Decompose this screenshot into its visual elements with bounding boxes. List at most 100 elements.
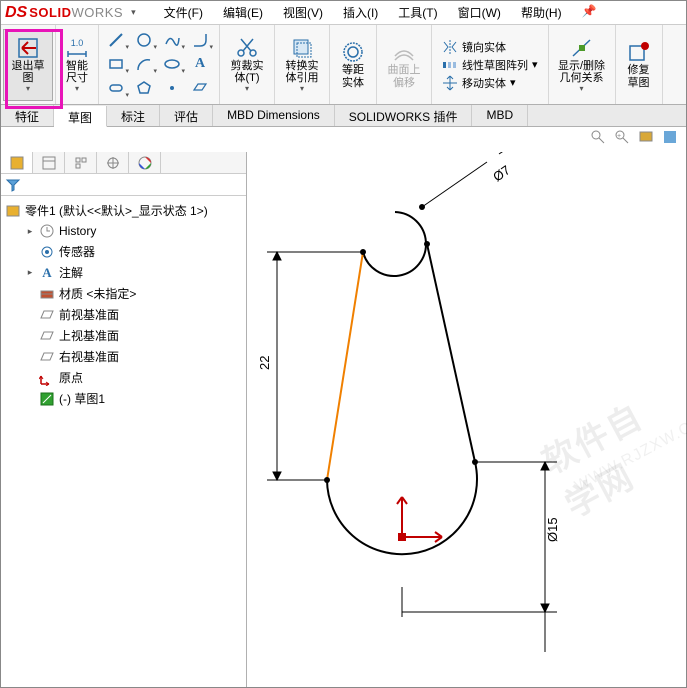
dropdown-icon: ▾ — [26, 84, 30, 94]
dropdown-icon: ▾ — [510, 76, 516, 89]
tab-evaluate[interactable]: 评估 — [160, 105, 213, 126]
appearance-icon[interactable] — [662, 129, 680, 147]
circle-tool[interactable]: ▾ — [133, 30, 155, 50]
smart-dimension-icon: 1.0 — [65, 36, 89, 60]
tree-right-plane[interactable]: 右视基准面 — [3, 346, 244, 367]
menu-pin-icon[interactable]: 📌 — [572, 2, 607, 23]
menu-edit[interactable]: 编辑(E) — [213, 2, 273, 23]
fillet-tool[interactable]: ▾ — [189, 30, 211, 50]
sensor-icon — [39, 244, 55, 260]
annotations-label: 注解 — [59, 264, 83, 281]
part-icon — [5, 203, 21, 219]
config-tab[interactable] — [65, 152, 97, 173]
smart-dimension-label: 智能尺寸 — [64, 60, 90, 84]
surface-offset-icon — [392, 40, 416, 64]
exit-sketch-label: 退出草图 — [8, 60, 48, 84]
tree-root-label: 零件1 (默认<<默认>_显示状态 1>) — [25, 202, 208, 219]
menu-window[interactable]: 窗口(W) — [448, 2, 511, 23]
sketch-points — [324, 204, 478, 483]
tab-annotate[interactable]: 标注 — [107, 105, 160, 126]
mirror-entities-button[interactable]: 镜向实体 — [442, 39, 538, 55]
offset-on-surface-button: 曲面上偏移 — [381, 38, 427, 90]
dropdown-icon: ▾ — [300, 84, 304, 94]
repair-sketch-button[interactable]: 修复草图 — [620, 38, 658, 90]
selected-line[interactable] — [327, 252, 363, 480]
zoom-fit-icon[interactable]: + — [614, 129, 632, 147]
offset-entities-button[interactable]: 等距实体 — [334, 38, 372, 90]
tab-mbd[interactable]: MBD — [472, 105, 528, 126]
tab-mbd-dims[interactable]: MBD Dimensions — [213, 105, 335, 126]
tree-root[interactable]: 零件1 (默认<<默认>_显示状态 1>) — [3, 200, 244, 221]
slot-tool[interactable]: ▾ — [105, 78, 127, 98]
ribbon: 退出草图 ▾ 1.0 智能尺寸 ▾ ▾ ▾ ▾ ▾ ▾ ▾ ▾ A ▾ — [1, 25, 686, 105]
history-icon — [39, 223, 55, 239]
exit-sketch-button[interactable]: 退出草图 ▾ — [3, 29, 53, 101]
logo-dropdown-icon[interactable]: ▾ — [131, 7, 136, 18]
svg-text:1.0: 1.0 — [71, 38, 84, 48]
search-icon[interactable] — [590, 129, 608, 147]
menu-help[interactable]: 帮助(H) — [511, 2, 572, 23]
dimension-d15[interactable]: Ø15 — [402, 462, 560, 652]
text-tool[interactable]: A — [189, 54, 211, 74]
feature-tree-tab[interactable] — [1, 152, 33, 173]
sketch1-label: (-) 草图1 — [59, 390, 105, 407]
tree-material[interactable]: 材质 <未指定> — [3, 283, 244, 304]
plane-tool[interactable] — [189, 78, 211, 98]
pattern-icon — [442, 57, 458, 73]
logo-works: WORKS — [71, 5, 123, 20]
spline-tool[interactable]: ▾ — [161, 30, 183, 50]
tree-history[interactable]: ▸ History — [3, 221, 244, 241]
plane-icon — [39, 328, 55, 344]
feature-tree: 零件1 (默认<<默认>_显示状态 1>) ▸ History 传感器 ▸ A … — [1, 196, 246, 413]
dimension-d7[interactable]: Ø7 — [422, 152, 547, 207]
relations-icon — [570, 36, 594, 60]
linear-pattern-button[interactable]: 线性草图阵列 ▾ — [442, 57, 538, 73]
dimension-22[interactable]: 22 — [257, 252, 363, 480]
command-tabs: 特征 草图 标注 评估 MBD Dimensions SOLIDWORKS 插件… — [1, 105, 686, 127]
menu-tools[interactable]: 工具(T) — [388, 2, 447, 23]
line-tool[interactable]: ▾ — [105, 30, 127, 50]
dimxpert-tab[interactable] — [97, 152, 129, 173]
tab-features[interactable]: 特征 — [1, 105, 54, 126]
tree-top-plane[interactable]: 上视基准面 — [3, 325, 244, 346]
smart-dimension-button[interactable]: 1.0 智能尺寸 ▾ — [60, 34, 94, 96]
tree-front-plane[interactable]: 前视基准面 — [3, 304, 244, 325]
dim-d15-text: Ø15 — [545, 517, 560, 542]
display-relations-button[interactable]: 显示/删除几何关系 ▾ — [553, 34, 611, 96]
material-label: 材质 <未指定> — [59, 285, 136, 302]
point-tool[interactable] — [161, 78, 183, 98]
move-entities-button[interactable]: 移动实体 ▾ — [442, 75, 538, 91]
tree-sketch1[interactable]: (-) 草图1 — [3, 388, 244, 409]
menu-file[interactable]: 文件(F) — [154, 2, 213, 23]
front-label: 前视基准面 — [59, 306, 119, 323]
annotation-icon: A — [39, 265, 55, 281]
tab-sketch[interactable]: 草图 — [54, 106, 107, 127]
graphics-area[interactable]: 软件自学网 WWW.RJZXW.COM — [247, 152, 686, 687]
menu-view[interactable]: 视图(V) — [273, 2, 333, 23]
main-menu: 文件(F) 编辑(E) 视图(V) 插入(I) 工具(T) 窗口(W) 帮助(H… — [154, 2, 607, 23]
arc-tool[interactable]: ▾ — [133, 54, 155, 74]
convert-entities-button[interactable]: 转换实体引用 ▾ — [279, 34, 325, 96]
rectangle-tool[interactable]: ▾ — [105, 54, 127, 74]
dim-22-text: 22 — [257, 356, 272, 370]
filter-bar[interactable] — [1, 174, 246, 196]
mirror-icon — [442, 39, 458, 55]
transform-tools: 镜向实体 线性草图阵列 ▾ 移动实体 ▾ — [436, 39, 544, 91]
trim-entities-button[interactable]: 剪裁实体(T) ▾ — [224, 34, 270, 96]
tree-origin[interactable]: 原点 — [3, 367, 244, 388]
expand-icon[interactable]: ▸ — [25, 226, 35, 237]
app-logo: DS SOLIDWORKS — [1, 4, 127, 22]
polygon-tool[interactable] — [133, 78, 155, 98]
expand-icon[interactable]: ▸ — [25, 267, 35, 278]
property-tab[interactable] — [33, 152, 65, 173]
trim-label: 剪裁实体(T) — [228, 60, 266, 84]
tree-annotations[interactable]: ▸ A 注解 — [3, 262, 244, 283]
render-tab[interactable] — [129, 152, 161, 173]
ellipse-tool[interactable]: ▾ — [161, 54, 183, 74]
pattern-label: 线性草图阵列 — [462, 57, 528, 73]
tab-addins[interactable]: SOLIDWORKS 插件 — [335, 105, 473, 126]
tree-sensors[interactable]: 传感器 — [3, 241, 244, 262]
convert-label: 转换实体引用 — [283, 60, 321, 84]
display-icon[interactable] — [638, 129, 656, 147]
menu-insert[interactable]: 插入(I) — [333, 2, 388, 23]
